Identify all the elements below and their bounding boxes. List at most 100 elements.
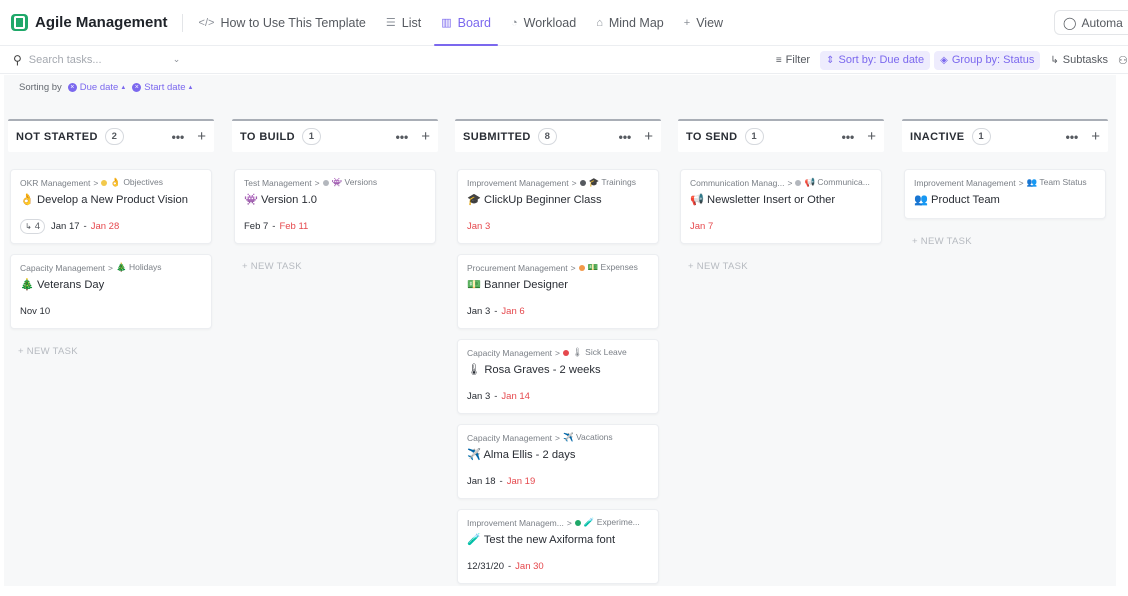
task-title-text: Rosa Graves - 2 weeks	[484, 364, 601, 376]
task-emoji-icon: 💵	[467, 279, 481, 291]
task-card[interactable]: Capacity Management > 🎄 Holidays 🎄 Veterans…	[10, 254, 212, 329]
new-task-button[interactable]: + NEW TASK	[688, 261, 884, 272]
due-date[interactable]: Jan 7	[690, 221, 713, 232]
new-task-button[interactable]: + NEW TASK	[912, 236, 1108, 247]
due-date[interactable]: Jan 19	[507, 476, 536, 487]
start-date[interactable]: Jan 18	[467, 476, 496, 487]
task-card[interactable]: Communication Manag... > 📢 Communica... 📢 N…	[680, 169, 882, 244]
add-task-icon[interactable]: +	[197, 129, 206, 144]
column-actions: ••• +	[1066, 129, 1100, 144]
task-title[interactable]: 📢 Newsletter Insert or Other	[690, 193, 872, 207]
filter-icon: ≡	[775, 54, 782, 66]
task-breadcrumb: Improvement Management > 👥 Team Status	[914, 177, 1096, 188]
task-emoji-icon: 🌡	[467, 364, 482, 376]
due-date[interactable]: Jan 30	[515, 561, 544, 572]
new-task-button[interactable]: + NEW TASK	[18, 346, 214, 357]
task-title-text: Product Team	[931, 194, 1000, 206]
tab-add-view[interactable]: + View	[674, 0, 733, 46]
top-bar: Agile Management </> How to Use This Temp…	[0, 0, 1128, 46]
tab-mind-map[interactable]: ⌂ Mind Map	[586, 0, 674, 46]
sort-chip-due-date[interactable]: × Due date ▲	[67, 82, 126, 93]
due-date[interactable]: Jan 14	[501, 391, 530, 402]
task-title[interactable]: 🧪 Test the new Axiforma font	[467, 533, 649, 547]
due-date[interactable]: Feb 11	[279, 221, 308, 232]
more-icon[interactable]: •••	[172, 130, 185, 144]
more-icon[interactable]: •••	[396, 130, 409, 144]
start-date[interactable]: 12/31/20	[467, 561, 504, 572]
task-meta: Jan 3	[467, 219, 649, 233]
add-task-icon[interactable]: +	[644, 129, 653, 144]
add-task-icon[interactable]: +	[867, 129, 876, 144]
task-title[interactable]: 👌 Develop a New Product Vision	[20, 193, 202, 207]
list-name: Capacity Management	[20, 262, 106, 273]
filter-button[interactable]: ≡ Filter	[770, 51, 816, 70]
category-tag: 👥 Team Status	[1026, 177, 1087, 187]
subtasks-button[interactable]: ↳ Subtasks	[1044, 51, 1114, 70]
task-meta: Jan 3- Jan 14	[467, 389, 649, 403]
date-separator: -	[83, 220, 87, 232]
task-card[interactable]: Procurement Management > 💵 Expenses 💵 Banne…	[457, 254, 659, 329]
start-date[interactable]: Jan 3	[467, 306, 490, 317]
start-date[interactable]: Jan 17	[51, 221, 80, 232]
sort-chip-start-date[interactable]: × Start date ▲	[132, 82, 193, 93]
status-dot	[579, 179, 586, 186]
group-button[interactable]: ◈ Group by: Status	[934, 50, 1041, 70]
task-card[interactable]: Improvement Management > 🎓 Trainings 🎓 Clic…	[457, 169, 659, 244]
task-card[interactable]: Improvement Management > 👥 Team Status 👥 Pr…	[904, 169, 1106, 219]
task-card[interactable]: Improvement Managem... > 🧪 Experime... 🧪 Te…	[457, 509, 659, 584]
start-date[interactable]: Feb 7	[244, 221, 268, 232]
add-task-icon[interactable]: +	[1091, 129, 1100, 144]
task-breadcrumb: Capacity Management > 🎄 Holidays	[20, 262, 202, 273]
assignee-icon[interactable]: ⚇	[1118, 54, 1128, 67]
task-card[interactable]: OKR Management > 👌 Objectives 👌 Develop a N…	[10, 169, 212, 244]
due-date[interactable]: Jan 3	[467, 221, 490, 232]
close-icon[interactable]: ×	[67, 83, 77, 92]
more-icon[interactable]: •••	[619, 130, 632, 144]
sort-button[interactable]: ⇕ Sort by: Due date	[820, 50, 931, 70]
status-dot	[563, 349, 570, 356]
column-not-started: NOT STARTED 2 ••• + OKR Management > 👌 Objecti…	[8, 119, 214, 357]
due-date[interactable]: Jan 6	[501, 306, 524, 317]
task-title[interactable]: 👥 Product Team	[914, 193, 1096, 207]
task-card[interactable]: Test Management > 👾 Versions 👾 Version 1.0 F…	[234, 169, 436, 244]
tab-label: List	[401, 15, 422, 30]
search-box[interactable]: ⚲ ⌄	[13, 53, 198, 67]
due-date[interactable]: Jan 28	[91, 221, 120, 232]
task-title[interactable]: 💵 Banner Designer	[467, 278, 649, 292]
list-name: Procurement Management	[467, 262, 568, 273]
tab-how-to[interactable]: </> How to Use This Template	[189, 0, 376, 46]
new-task-button[interactable]: + NEW TASK	[242, 261, 438, 272]
start-date[interactable]: Jan 3	[467, 391, 490, 402]
task-card[interactable]: Capacity Management > 🌡 Sick Leave 🌡 Rosa G…	[457, 339, 659, 414]
column-title: SUBMITTED	[463, 130, 531, 143]
subtasks-label: Subtasks	[1062, 54, 1108, 66]
how-to-icon: </>	[198, 16, 215, 29]
task-title[interactable]: ✈️ Alma Ellis - 2 days	[467, 448, 649, 462]
more-icon[interactable]: •••	[842, 130, 855, 144]
task-meta: 12/31/20- Jan 30	[467, 559, 649, 573]
chevron-down-icon[interactable]: ⌄	[173, 54, 181, 65]
more-icon[interactable]: •••	[1066, 130, 1079, 144]
task-title[interactable]: 🎄 Veterans Day	[20, 278, 202, 292]
subtasks-badge[interactable]: ↳ 4	[20, 218, 45, 234]
close-icon[interactable]: ×	[132, 83, 142, 92]
tab-workload[interactable]: ◔ Workload	[501, 0, 586, 46]
column-count-badge: 1	[971, 128, 991, 145]
sort-chip-label: Start date	[144, 82, 186, 93]
task-title[interactable]: 🎓 ClickUp Beginner Class	[467, 193, 649, 207]
tab-board[interactable]: ▥ Board	[431, 0, 501, 46]
mind-map-icon: ⌂	[596, 16, 603, 29]
tab-list[interactable]: ☰ List	[376, 0, 431, 46]
date-separator: -	[507, 560, 512, 572]
start-date[interactable]: Nov 10	[20, 306, 50, 317]
task-title[interactable]: 👾 Version 1.0	[244, 193, 426, 207]
task-title[interactable]: 🌡 Rosa Graves - 2 weeks	[467, 363, 649, 377]
chevron-right-icon: >	[566, 517, 572, 528]
add-task-icon[interactable]: +	[421, 129, 430, 144]
column-header: TO BUILD 1 ••• +	[232, 119, 438, 152]
task-card[interactable]: Capacity Management > ✈️ Vacations ✈️ Alma …	[457, 424, 659, 499]
search-input[interactable]	[28, 53, 169, 66]
automate-button[interactable]: ◯ Automa	[1054, 10, 1128, 35]
sort-chip-label: Due date	[79, 82, 119, 93]
task-breadcrumb: Improvement Managem... > 🧪 Experime...	[467, 517, 649, 528]
